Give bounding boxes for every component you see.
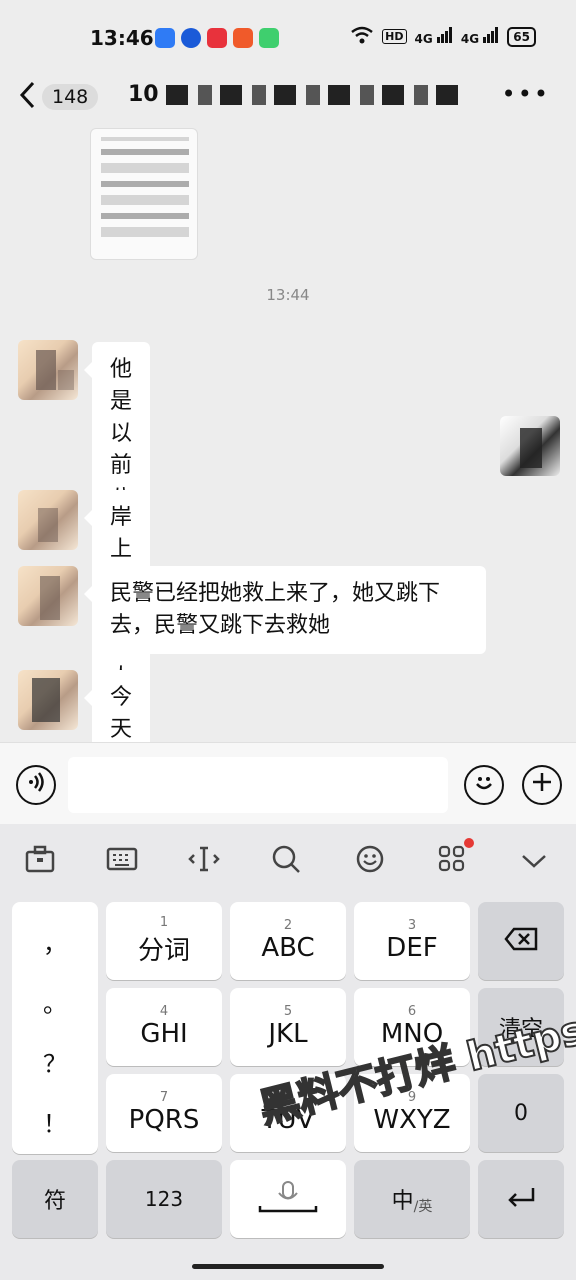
briefcase-icon: [25, 845, 55, 880]
emoji-keyboard-button[interactable]: [352, 844, 388, 880]
punct-key[interactable]: 。: [12, 984, 98, 1019]
punct-key[interactable]: ？: [12, 1044, 98, 1079]
collapse-keyboard-button[interactable]: [516, 844, 552, 880]
back-button[interactable]: 148: [18, 80, 99, 114]
app-notification-icon: [181, 28, 201, 48]
voice-input-button[interactable]: [16, 765, 56, 805]
number-key[interactable]: 123: [106, 1160, 222, 1238]
notification-dot: [464, 838, 474, 848]
enter-icon: [505, 1186, 537, 1212]
key-9[interactable]: 9 WXYZ: [354, 1074, 470, 1152]
message-text-input[interactable]: [68, 757, 448, 813]
keyboard-toolbar: [0, 824, 576, 896]
keyboard-switch-button[interactable]: [104, 844, 140, 880]
key-3[interactable]: 3 DEF: [354, 902, 470, 980]
hd-badge: HD: [382, 29, 407, 44]
status-time: 13:46: [90, 26, 154, 50]
toolbox-button[interactable]: [22, 844, 58, 880]
punct-key[interactable]: ，: [12, 924, 98, 959]
microphone-icon: [256, 1180, 320, 1218]
redacted-image: [101, 137, 189, 237]
avatar[interactable]: [18, 490, 78, 550]
key-5[interactable]: 5 JKL: [230, 988, 346, 1066]
enter-key[interactable]: [478, 1160, 564, 1238]
message-bubble[interactable]: 今天在都安流传着这个悲伤的事情: [83, 670, 151, 742]
redacted-title: [166, 85, 467, 105]
voice-icon: [25, 771, 47, 799]
punctuation-column[interactable]: ， 。 ？ ！: [12, 902, 98, 1154]
more-functions-button[interactable]: [522, 765, 562, 805]
punct-key[interactable]: ！: [12, 1104, 98, 1139]
clear-key[interactable]: 清空: [478, 988, 564, 1066]
plus-icon: [531, 771, 553, 799]
chat-header: 148 10 •••: [0, 72, 576, 120]
message-bubble[interactable]: 民警已经把她救上来了，她又跳下去，民警又跳下去救她: [84, 566, 486, 654]
keyboard-icon: [106, 847, 138, 878]
search-icon: [271, 844, 301, 881]
battery-icon: 65: [507, 26, 536, 47]
cursor-move-button[interactable]: [186, 844, 222, 880]
chat-title: 10: [128, 82, 467, 107]
wifi-icon: [350, 26, 374, 47]
keyboard: ， 。 ？ ！ 1 分词 2 ABC 3 DEF 4 GHI 5 JKL 6 MNO 清空 …: [0, 824, 576, 1280]
grid-icon: [437, 844, 467, 881]
key-7[interactable]: 7 PQRS: [106, 1074, 222, 1152]
avatar[interactable]: [500, 416, 560, 476]
search-button[interactable]: [268, 844, 304, 880]
avatar[interactable]: [18, 566, 78, 626]
cursor-icon: [187, 845, 221, 880]
backspace-icon: [504, 927, 538, 955]
status-indicators: HD 4G 4G 65: [350, 26, 536, 47]
app-notification-icon: [207, 28, 227, 48]
key-2[interactable]: 2 ABC: [230, 902, 346, 980]
language-switch-key[interactable]: 中 /英: [354, 1160, 470, 1238]
key-8[interactable]: 8 TUV: [230, 1074, 346, 1152]
key-4[interactable]: 4 GHI: [106, 988, 222, 1066]
message-input-bar: [0, 742, 576, 824]
status-bar: 13:46 HD 4G 4G 65: [0, 0, 576, 72]
avatar[interactable]: [18, 670, 78, 730]
image-message[interactable]: [90, 128, 198, 260]
key-6[interactable]: 6 MNO: [354, 988, 470, 1066]
symbol-key[interactable]: 符: [12, 1160, 98, 1238]
smiley-icon: [355, 844, 385, 881]
emoji-button[interactable]: [464, 765, 504, 805]
smiley-icon: [471, 769, 497, 801]
chevron-left-icon: [18, 80, 36, 114]
app-notification-icon: [259, 28, 279, 48]
message-timestamp: 13:44: [266, 286, 310, 304]
space-key[interactable]: [230, 1160, 346, 1238]
app-notification-icon: [155, 28, 175, 48]
backspace-key[interactable]: [478, 902, 564, 980]
key-0[interactable]: 0: [478, 1074, 564, 1152]
signal-4g-icon: 4G: [415, 27, 453, 46]
unread-count-badge: 148: [42, 84, 99, 110]
avatar[interactable]: [18, 340, 78, 400]
apps-grid-button[interactable]: [434, 838, 474, 881]
signal-4g-icon: 4G: [461, 27, 499, 46]
app-notification-icon: [233, 28, 253, 48]
status-app-icons: [155, 28, 279, 48]
home-indicator[interactable]: [192, 1264, 384, 1269]
more-options-button[interactable]: •••: [502, 80, 550, 108]
chevron-down-icon: [520, 847, 548, 877]
more-dots-icon: •••: [501, 80, 550, 108]
key-1[interactable]: 1 分词: [106, 902, 222, 980]
chat-messages-area[interactable]: 13:44 他是以前八仙小学李校长的儿子 天哪 岸上那么多人 民警已经把她救上来…: [0, 120, 576, 742]
